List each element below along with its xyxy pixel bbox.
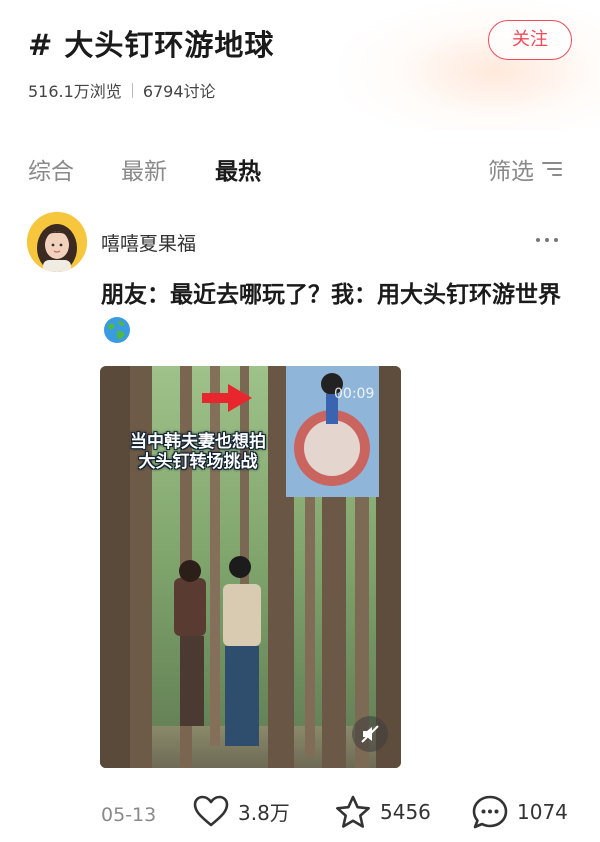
video-caption-line1: 当中韩夫妻也想拍: [130, 432, 266, 452]
comment-count: 1074: [517, 800, 568, 824]
views-count: 516.1万浏览: [28, 82, 122, 101]
topic-title: # 大头钉环游地球: [28, 28, 275, 62]
post-text-body: 朋友：最近去哪玩了？我：用大头钉环游世界: [101, 282, 561, 308]
stats-divider: [131, 82, 133, 98]
tab-comprehensive[interactable]: 综合: [28, 152, 74, 186]
filter-label: 筛选: [488, 159, 534, 185]
more-options-icon[interactable]: [536, 238, 558, 242]
tab-hottest[interactable]: 最热: [215, 152, 261, 186]
like-button[interactable]: 3.8万: [192, 794, 290, 828]
post-text: 朋友：最近去哪玩了？我：用大头钉环游世界: [101, 277, 571, 351]
post-video[interactable]: 当中韩夫妻也想拍 大头钉转场挑战 00:09: [100, 366, 401, 768]
post-date: 05-13: [101, 804, 157, 826]
sort-tabs: 综合 最新 最热 筛选: [0, 148, 600, 188]
favorite-count: 5456: [380, 800, 431, 824]
filter-button[interactable]: 筛选: [488, 152, 562, 186]
comment-icon: [472, 795, 508, 829]
author-name[interactable]: 嘻嘻夏果福: [101, 229, 196, 256]
video-caption-line2: 大头钉转场挑战: [138, 452, 258, 472]
follow-button[interactable]: 关注: [488, 20, 572, 60]
like-count: 3.8万: [238, 800, 290, 825]
author-avatar[interactable]: [27, 212, 87, 272]
favorite-button[interactable]: 5456: [334, 794, 431, 830]
globe-icon: [104, 317, 130, 343]
video-timestamp: 00:09: [334, 386, 375, 402]
comment-button[interactable]: 1074: [471, 794, 568, 830]
tab-latest[interactable]: 最新: [121, 152, 167, 186]
star-icon: [336, 795, 370, 828]
filter-lines-icon: [542, 160, 562, 178]
mute-icon[interactable]: [352, 716, 388, 752]
heart-icon: [193, 795, 229, 827]
discussions-count: 6794讨论: [142, 82, 216, 101]
topic-stats: 516.1万浏览 6794讨论: [28, 78, 216, 102]
header-background-glow: [340, 0, 600, 130]
